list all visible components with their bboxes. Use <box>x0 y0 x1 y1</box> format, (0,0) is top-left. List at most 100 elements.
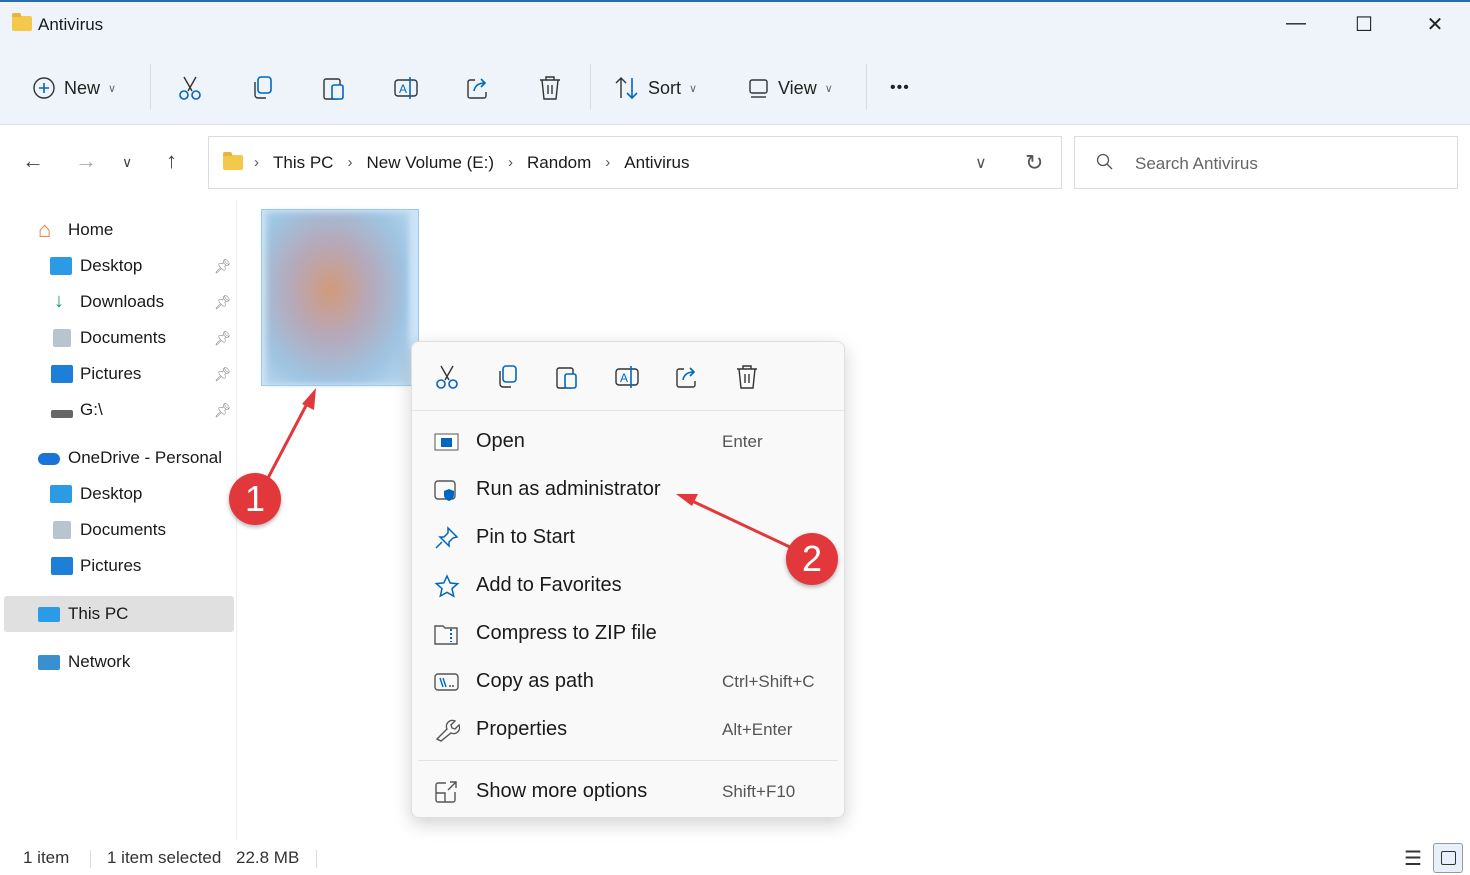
pin-icon: 📌︎ <box>214 365 232 382</box>
sidebar-item-documents[interactable]: Documents 📌︎ <box>4 320 234 356</box>
title-and-toolbar: Antivirus — ☐ ✕ New ∨ A Sort ∨ View ∨ ••• <box>0 0 1470 125</box>
context-menu-quick-actions: A <box>412 342 844 411</box>
sidebar-item-this-pc[interactable]: This PC <box>4 596 234 632</box>
path-icon <box>434 673 459 691</box>
pictures-icon <box>51 557 73 575</box>
computer-icon <box>38 606 60 622</box>
network-icon <box>38 654 60 670</box>
menu-item-add-to-favorites[interactable]: Add to Favorites <box>412 564 844 608</box>
search-icon <box>1096 153 1113 170</box>
window-title: Antivirus <box>38 15 104 34</box>
cut-icon[interactable] <box>177 75 203 101</box>
menu-item-pin-to-start[interactable]: Pin to Start <box>412 516 844 560</box>
drive-icon <box>51 410 73 418</box>
zip-folder-icon <box>434 625 458 645</box>
view-icon <box>749 79 768 98</box>
copy-icon[interactable] <box>494 364 520 390</box>
up-button[interactable]: ↑ <box>166 148 177 174</box>
folder-icon <box>12 13 32 31</box>
sidebar-item-onedrive-documents[interactable]: Documents <box>4 512 234 548</box>
home-icon: ⌂ <box>38 217 52 242</box>
paste-icon[interactable] <box>554 364 580 390</box>
breadcrumb-random[interactable]: Random <box>527 153 591 173</box>
plus-circle-icon <box>33 77 55 99</box>
menu-item-copy-as-path[interactable]: Copy as path Ctrl+Shift+C <box>412 660 844 704</box>
menu-item-properties[interactable]: Properties Alt+Enter <box>412 708 844 752</box>
address-bar[interactable]: › This PC › New Volume (E:) › Random › Anti… <box>208 136 1062 189</box>
selected-file-thumbnail[interactable] <box>261 209 419 386</box>
breadcrumb-this-pc[interactable]: This PC <box>273 153 333 173</box>
view-label: View <box>778 77 817 98</box>
sidebar-item-desktop[interactable]: Desktop 📌︎ <box>4 248 234 284</box>
forward-button[interactable]: → <box>75 148 97 174</box>
pin-icon <box>435 526 459 549</box>
sidebar-item-home[interactable]: ⌂ Home <box>4 212 234 248</box>
details-view-button[interactable]: ☰ <box>1404 846 1422 871</box>
star-icon <box>434 574 460 598</box>
desktop-icon <box>50 485 72 503</box>
pin-icon: 📌︎ <box>214 293 232 310</box>
delete-icon[interactable] <box>734 364 760 390</box>
sidebar-item-network[interactable]: Network <box>4 644 234 680</box>
sort-label: Sort <box>648 77 682 98</box>
pin-icon: 📌︎ <box>214 329 232 346</box>
sidebar-item-g-drive[interactable]: G:\ 📌︎ <box>4 392 234 428</box>
documents-icon <box>53 521 71 539</box>
recent-locations-button[interactable]: ∨ <box>122 154 132 171</box>
large-icons-view-button[interactable] <box>1433 843 1463 873</box>
sort-button[interactable]: Sort ∨ <box>614 72 697 104</box>
folder-icon <box>223 152 243 170</box>
wrench-icon <box>435 719 460 742</box>
minimize-button[interactable]: — <box>1276 12 1316 35</box>
cloud-icon <box>38 453 60 465</box>
menu-item-open[interactable]: Open Enter <box>412 420 844 464</box>
status-selected: 1 item selected <box>107 848 222 867</box>
sidebar-item-pictures[interactable]: Pictures 📌︎ <box>4 356 234 392</box>
share-icon[interactable] <box>674 364 700 390</box>
menu-item-compress-zip[interactable]: Compress to ZIP file <box>412 612 844 656</box>
share-icon[interactable] <box>465 75 491 101</box>
search-input[interactable]: Search Antivirus <box>1074 136 1458 189</box>
sidebar-item-onedrive-desktop[interactable]: Desktop <box>4 476 234 512</box>
new-button[interactable]: New ∨ <box>32 72 116 104</box>
address-dropdown-icon[interactable]: ∨ <box>975 153 987 173</box>
sidebar-item-onedrive-pictures[interactable]: Pictures <box>4 548 234 584</box>
menu-item-show-more-options[interactable]: Show more options Shift+F10 <box>412 770 844 814</box>
documents-icon <box>53 329 71 347</box>
menu-divider <box>418 760 838 761</box>
shield-icon <box>434 480 456 501</box>
copy-icon[interactable] <box>249 75 275 101</box>
close-button[interactable]: ✕ <box>1415 12 1455 37</box>
context-menu: A Open Enter Run as administrator Pin to … <box>411 341 845 818</box>
view-button[interactable]: View ∨ <box>748 72 833 104</box>
maximize-button[interactable]: ☐ <box>1344 12 1384 37</box>
svg-text:A: A <box>399 82 407 96</box>
back-button[interactable]: ← <box>22 148 44 174</box>
refresh-icon[interactable]: ↻ <box>1025 150 1043 176</box>
sort-icon <box>615 77 638 100</box>
sidebar-item-downloads[interactable]: ↓ Downloads 📌︎ <box>4 284 234 320</box>
menu-item-run-as-administrator[interactable]: Run as administrator <box>412 468 844 512</box>
download-icon: ↓ <box>54 290 64 312</box>
expand-icon <box>435 781 457 803</box>
annotation-badge-2: 2 <box>786 533 838 585</box>
status-item-count: 1 item <box>23 848 70 867</box>
pictures-icon <box>51 365 73 383</box>
delete-icon[interactable] <box>537 75 563 101</box>
pin-icon: 📌︎ <box>214 401 232 418</box>
paste-icon[interactable] <box>321 75 347 101</box>
breadcrumb-new-volume[interactable]: New Volume (E:) <box>366 153 494 173</box>
navigation-pane: ⌂ Home Desktop 📌︎ ↓ Downloads 📌︎ Documents 📌︎… <box>0 200 237 840</box>
cut-icon[interactable] <box>434 364 460 390</box>
more-options-button[interactable]: ••• <box>890 72 910 104</box>
status-size: 22.8 MB <box>236 848 300 867</box>
desktop-icon <box>50 257 72 275</box>
new-label: New <box>64 77 101 98</box>
sidebar-item-onedrive[interactable]: OneDrive - Personal <box>4 440 234 476</box>
open-app-icon <box>434 433 459 451</box>
pin-icon: 📌︎ <box>214 257 232 274</box>
rename-icon[interactable]: A <box>614 364 640 390</box>
rename-icon[interactable]: A <box>393 75 419 101</box>
svg-text:A: A <box>620 371 628 385</box>
breadcrumb-antivirus[interactable]: Antivirus <box>624 153 689 173</box>
